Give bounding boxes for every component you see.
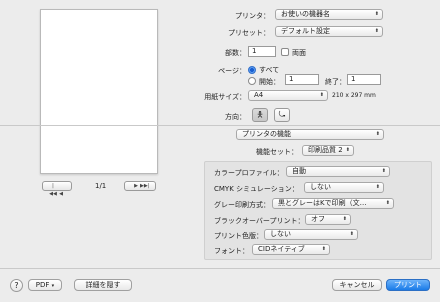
feature-set-select[interactable]: 印刷品質 2 ⬍ <box>302 145 354 156</box>
copies-label: 部数： <box>225 49 246 57</box>
previous-page-button[interactable]: ◀ <box>57 190 65 198</box>
updown-arrow-icon: ⬍ <box>374 11 379 17</box>
updown-arrow-icon: ⬍ <box>349 231 354 237</box>
paper-size-select[interactable]: A4 ⬍ <box>248 90 328 101</box>
print-color-plate-select[interactable]: しない ⬍ <box>264 229 358 240</box>
updown-arrow-icon: ⬍ <box>321 246 326 252</box>
font-value: CIDネイティブ <box>258 245 305 253</box>
pages-to-field[interactable]: 1 <box>347 74 381 85</box>
page-nav-back-group: |◀◀ ◀ <box>42 181 72 197</box>
updown-arrow-icon: ⬍ <box>375 131 380 137</box>
updown-arrow-icon: ⬍ <box>381 168 386 174</box>
gray-printing-label: グレー印刷方式： <box>214 201 270 209</box>
printer-select[interactable]: お使いの機器名 ⬍ <box>275 9 383 20</box>
chevron-down-icon: ▾ <box>51 283 55 289</box>
print-color-plate-value: しない <box>270 230 291 238</box>
copies-field[interactable]: 1 <box>248 46 276 57</box>
print-preview <box>40 9 158 174</box>
paper-dimensions: 210 x 297 mm <box>332 92 376 99</box>
paper-size-label: 用紙サイズ： <box>204 93 246 101</box>
print-color-plate-label: プリント色版： <box>214 232 263 240</box>
pages-all-label: すべて <box>259 66 280 74</box>
portrait-icon: 🯅 <box>256 110 264 119</box>
orientation-label: 方向： <box>225 113 246 121</box>
landscape-icon: ⤿ <box>278 110 286 119</box>
gray-printing-select[interactable]: 黒とグレーはKで印刷（文… ⬍ <box>272 198 394 209</box>
updown-arrow-icon: ⬍ <box>319 92 324 98</box>
section-divider <box>0 125 440 126</box>
next-page-button[interactable]: ▶ <box>132 182 140 190</box>
black-overprint-label: ブラックオーバープリント： <box>214 217 305 225</box>
color-profile-value: 自動 <box>292 167 306 175</box>
printer-value: お使いの機器名 <box>281 10 330 18</box>
first-page-button[interactable]: |◀◀ <box>49 182 57 198</box>
black-overprint-select[interactable]: オフ ⬍ <box>305 214 351 225</box>
page-indicator: 1/1 <box>95 182 107 190</box>
page-nav-forward-group: ▶ ▶▶| <box>124 181 156 191</box>
pages-to-label: 終了： <box>325 78 346 86</box>
updown-arrow-icon: ⬍ <box>345 147 350 153</box>
footer-divider <box>0 268 440 269</box>
preset-label: プリセット： <box>228 29 270 37</box>
updown-arrow-icon: ⬍ <box>385 200 390 206</box>
pages-range-radio[interactable] <box>248 77 256 85</box>
landscape-orientation-button[interactable]: ⤿ <box>274 108 290 122</box>
color-profile-select[interactable]: 自動 ⬍ <box>286 166 390 177</box>
font-select[interactable]: CIDネイティブ ⬍ <box>252 244 330 255</box>
gray-printing-value: 黒とグレーはKで印刷（文… <box>278 199 367 207</box>
pdf-label: PDF <box>35 281 50 289</box>
duplex-checkbox[interactable] <box>281 48 289 56</box>
portrait-orientation-button[interactable]: 🯅 <box>252 108 268 122</box>
feature-set-label: 機能セット： <box>256 148 298 156</box>
pages-label: ページ： <box>218 67 246 75</box>
font-label: フォント： <box>214 247 249 255</box>
pages-from-field[interactable]: 1 <box>285 74 319 85</box>
preset-select[interactable]: デフォルト設定 ⬍ <box>275 26 383 37</box>
black-overprint-value: オフ <box>311 215 325 223</box>
printer-label: プリンタ： <box>235 12 270 20</box>
help-button[interactable]: ? <box>10 279 23 292</box>
pages-all-radio[interactable] <box>248 66 256 74</box>
paper-size-value: A4 <box>254 91 264 99</box>
cmyk-simulation-label: CMYK シミュレーション： <box>214 185 299 193</box>
cmyk-simulation-value: しない <box>310 183 331 191</box>
updown-arrow-icon: ⬍ <box>374 28 379 34</box>
duplex-label: 両面 <box>292 49 306 57</box>
section-select[interactable]: プリンタの機能 ⬍ <box>236 129 384 140</box>
section-value: プリンタの機能 <box>242 130 291 138</box>
color-profile-label: カラープロファイル： <box>214 169 284 177</box>
pdf-menu-button[interactable]: PDF ▾ <box>28 279 62 291</box>
last-page-button[interactable]: ▶▶| <box>140 182 149 190</box>
updown-arrow-icon: ⬍ <box>375 184 380 190</box>
feature-set-value: 印刷品質 2 <box>308 146 343 154</box>
preview-pager: |◀◀ ◀ 1/1 ▶ ▶▶| <box>40 181 158 197</box>
updown-arrow-icon: ⬍ <box>342 216 347 222</box>
preset-value: デフォルト設定 <box>281 27 330 35</box>
pages-from-label: 開始： <box>259 78 280 86</box>
print-button[interactable]: プリント <box>386 279 430 291</box>
cmyk-simulation-select[interactable]: しない ⬍ <box>304 182 384 193</box>
cancel-button[interactable]: キャンセル <box>332 279 382 291</box>
hide-details-button[interactable]: 詳細を隠す <box>74 279 132 291</box>
